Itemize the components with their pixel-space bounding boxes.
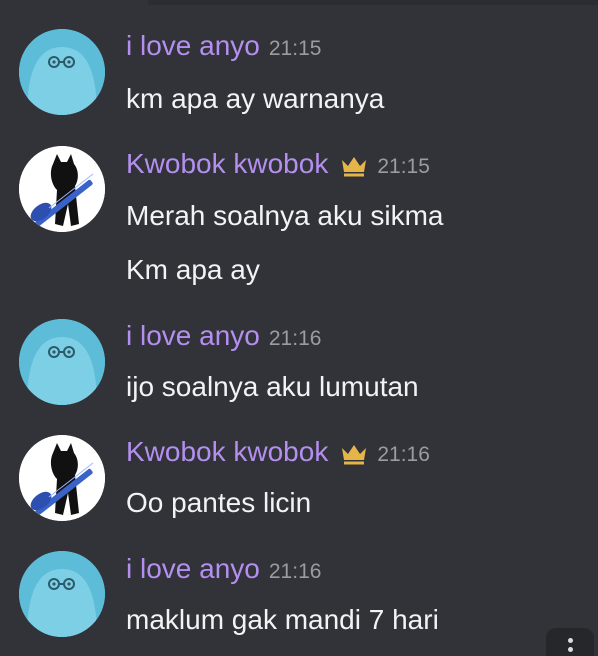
more-dots-icon — [568, 638, 573, 643]
message-text: maklum gak mandi 7 hari — [126, 604, 439, 635]
username[interactable]: i love anyo — [126, 30, 260, 62]
avatar[interactable] — [19, 435, 105, 521]
timestamp: 21:15 — [268, 37, 322, 60]
message-text: Oo pantes licin — [126, 487, 312, 518]
message-text: ijo soalnya aku lumutan — [126, 371, 419, 402]
crown-icon — [342, 445, 367, 465]
message-text: Km apa ay — [126, 254, 260, 285]
more-options-button[interactable] — [546, 628, 594, 656]
avatar[interactable] — [19, 551, 105, 637]
avatar[interactable] — [19, 146, 105, 232]
message-text: Merah soalnya aku sikma — [126, 200, 444, 231]
message-text: km apa ay warnanya — [126, 83, 385, 114]
username[interactable]: i love anyo — [126, 553, 260, 585]
username[interactable]: Kwobok kwobok — [126, 148, 328, 180]
timestamp: 21:16 — [377, 443, 430, 466]
timestamp: 21:15 — [377, 155, 430, 178]
username[interactable]: Kwobok kwobok — [126, 436, 328, 468]
timestamp: 21:16 — [268, 560, 322, 583]
avatar[interactable] — [19, 29, 105, 115]
crown-icon — [342, 157, 367, 177]
more-dots-icon — [568, 647, 573, 652]
avatar[interactable] — [19, 319, 105, 405]
username[interactable]: i love anyo — [126, 320, 260, 352]
timestamp: 21:16 — [268, 327, 322, 350]
top-bar — [148, 0, 598, 5]
